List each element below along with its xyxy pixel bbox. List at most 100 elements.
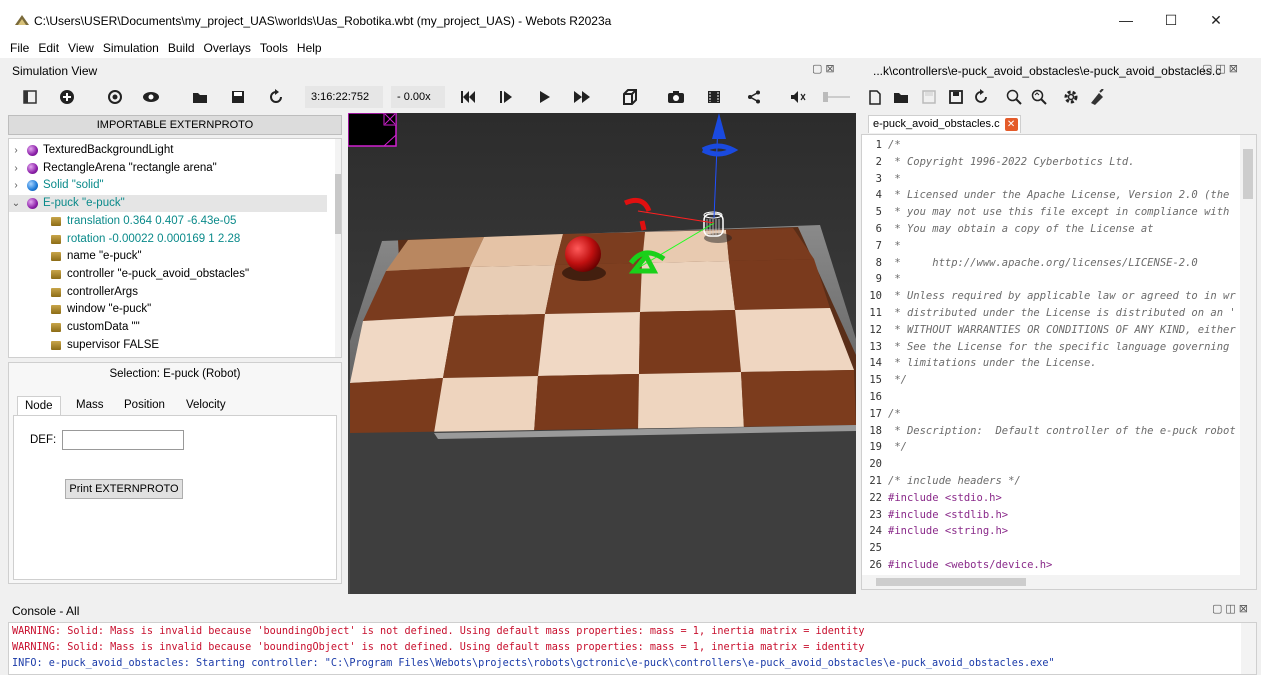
volume-slider[interactable]	[823, 82, 851, 112]
code-line[interactable]: 2 * Copyright 1996-2022 Cyberbotics Ltd.	[862, 154, 1238, 171]
maximize-button[interactable]: ☐	[1151, 8, 1191, 32]
scene-tree-item[interactable]: › Solid "solid"	[9, 177, 327, 194]
code-line[interactable]: 3 *	[862, 171, 1238, 188]
scene-tree-item[interactable]: rotation -0.00022 0.000169 1 2.28	[9, 231, 327, 248]
dock-float-icon[interactable]: ▢◫⊠	[1212, 602, 1251, 615]
step-button[interactable]	[493, 82, 519, 112]
chevron-down-icon[interactable]: ⌄	[11, 195, 21, 212]
save-file-disabled-button[interactable]	[916, 82, 942, 112]
code-line[interactable]: 19 */	[862, 439, 1238, 456]
scene-tree-scrollbar[interactable]	[335, 139, 341, 357]
code-line[interactable]: 9 *	[862, 271, 1238, 288]
chevron-right-icon[interactable]: ›	[11, 142, 21, 159]
code-line[interactable]: 13 * See the License for the specific la…	[862, 339, 1238, 356]
editor-tab[interactable]: e-puck_avoid_obstacles.c ✕	[868, 115, 1021, 133]
code-line[interactable]: 1 /*	[862, 137, 1238, 154]
tab-position[interactable]: Position	[117, 396, 172, 416]
code-line[interactable]: 4 * Licensed under the Apache License, V…	[862, 187, 1238, 204]
code-line[interactable]: 7 *	[862, 238, 1238, 255]
code-line[interactable]: 15 */	[862, 372, 1238, 389]
find-button[interactable]	[1001, 82, 1027, 112]
replace-button[interactable]	[1026, 82, 1052, 112]
scene-tree-item[interactable]: window "e-puck"	[9, 301, 327, 318]
close-button[interactable]: ✕	[1196, 8, 1236, 32]
open-file-button[interactable]	[888, 82, 914, 112]
view-menu-button[interactable]	[617, 82, 643, 112]
code-line[interactable]: 5 * you may not use this file except in …	[862, 204, 1238, 221]
reset-simulation-button[interactable]	[455, 82, 481, 112]
dock-float-icon[interactable]: ▢⊠	[812, 62, 838, 75]
new-file-button[interactable]	[862, 82, 888, 112]
code-line[interactable]: 6 * You may obtain a copy of the License…	[862, 221, 1238, 238]
def-input[interactable]	[62, 430, 184, 450]
3d-scene-view[interactable]	[348, 113, 856, 594]
menu-help[interactable]: Help	[297, 38, 322, 58]
menu-simulation[interactable]: Simulation	[103, 38, 159, 58]
3d-scene[interactable]	[348, 113, 856, 594]
code-editor[interactable]: 1 /* 2 * Copyright 1996-2022 Cyberbotics L…	[861, 134, 1257, 590]
code-horizontal-scrollbar[interactable]	[862, 575, 1256, 589]
dock-float-icon[interactable]: ▢◫⊠	[1202, 62, 1241, 75]
clean-button[interactable]	[1084, 82, 1110, 112]
play-button[interactable]	[532, 82, 558, 112]
console-output[interactable]: WARNING: Solid: Mass is invalid because …	[8, 622, 1257, 675]
code-vertical-scrollbar[interactable]	[1240, 135, 1256, 575]
scene-tree-item[interactable]: controller "e-puck_avoid_obstacles"	[9, 266, 327, 283]
menu-overlays[interactable]: Overlays	[204, 38, 251, 58]
menu-build[interactable]: Build	[168, 38, 195, 58]
code-line[interactable]: 16	[862, 389, 1238, 406]
scene-tree-item[interactable]: translation 0.364 0.407 -6.43e-05	[9, 213, 327, 230]
chevron-right-icon[interactable]: ›	[11, 177, 21, 194]
scene-tree-item[interactable]: › TexturedBackgroundLight	[9, 142, 327, 159]
tab-mass[interactable]: Mass	[69, 396, 110, 416]
minimize-button[interactable]: —	[1106, 8, 1146, 32]
print-externproto-button[interactable]: Print EXTERNPROTO	[65, 479, 183, 499]
menu-tools[interactable]: Tools	[260, 38, 288, 58]
code-line[interactable]: 21 /* include headers */	[862, 473, 1238, 490]
scene-tree-item[interactable]: › RectangleArena "rectangle arena"	[9, 160, 327, 177]
code-line[interactable]: 20	[862, 456, 1238, 473]
build-button[interactable]	[1058, 82, 1084, 112]
follow-object-button[interactable]	[102, 82, 128, 112]
scene-tree-item[interactable]: name "e-puck"	[9, 248, 327, 265]
share-button[interactable]	[741, 82, 767, 112]
importable-externproto-button[interactable]: IMPORTABLE EXTERNPROTO	[8, 115, 342, 135]
code-line[interactable]: 24 #include <string.h>	[862, 523, 1238, 540]
code-line[interactable]: 22 #include <stdio.h>	[862, 490, 1238, 507]
code-line[interactable]: 23 #include <stdlib.h>	[862, 507, 1238, 524]
scene-tree-item[interactable]: customData ""	[9, 319, 327, 336]
close-tab-icon[interactable]: ✕	[1004, 118, 1018, 131]
scene-tree-item[interactable]: supervisor FALSE	[9, 337, 327, 354]
code-line[interactable]: 8 * http://www.apache.org/licenses/LICEN…	[862, 255, 1238, 272]
tab-velocity[interactable]: Velocity	[179, 396, 233, 416]
chevron-right-icon[interactable]: ›	[11, 160, 21, 177]
menu-file[interactable]: File	[10, 38, 29, 58]
scene-tree-item[interactable]: ⌄ E-puck "e-puck"	[9, 195, 327, 213]
code-line[interactable]: 10 * Unless required by applicable law o…	[862, 288, 1238, 305]
menu-view[interactable]: View	[68, 38, 94, 58]
screenshot-button[interactable]	[663, 82, 689, 112]
record-movie-button[interactable]	[701, 82, 727, 112]
code-line[interactable]: 25	[862, 540, 1238, 557]
console-scrollbar[interactable]	[1241, 623, 1256, 674]
save-world-button[interactable]	[225, 82, 251, 112]
view-button[interactable]	[138, 82, 164, 112]
fast-forward-button[interactable]	[569, 82, 595, 112]
scene-tree-item[interactable]: controllerArgs	[9, 284, 327, 301]
tab-node[interactable]: Node	[17, 396, 61, 416]
revert-button[interactable]	[968, 82, 994, 112]
add-node-button[interactable]	[54, 82, 80, 112]
code-line[interactable]: 11 * distributed under the License is di…	[862, 305, 1238, 322]
code-line[interactable]: 12 * WITHOUT WARRANTIES OR CONDITIONS OF…	[862, 322, 1238, 339]
menu-edit[interactable]: Edit	[38, 38, 59, 58]
code-line[interactable]: 18 * Description: Default controller of …	[862, 423, 1238, 440]
mute-button[interactable]	[785, 82, 811, 112]
toggle-scene-tree-button[interactable]	[17, 82, 43, 112]
red-ball[interactable]	[565, 236, 601, 272]
reload-world-button[interactable]	[263, 82, 289, 112]
open-world-button[interactable]	[187, 82, 213, 112]
save-all-button[interactable]	[943, 82, 969, 112]
code-line[interactable]: 26 #include <webots/device.h>	[862, 557, 1238, 574]
code-line[interactable]: 17 /*	[862, 406, 1238, 423]
scene-tree[interactable]: › TexturedBackgroundLight › RectangleArena …	[8, 138, 342, 358]
